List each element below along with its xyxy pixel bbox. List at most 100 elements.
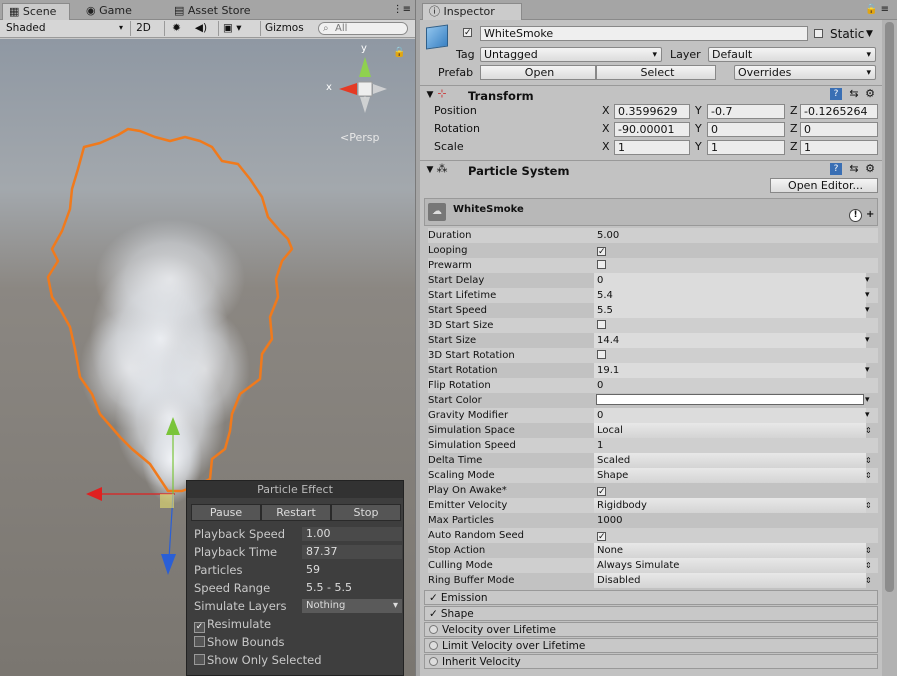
auto-random-seed-checkbox[interactable]: ✓: [594, 528, 866, 543]
audio-toggle-icon[interactable]: ◀): [190, 21, 212, 36]
simulation-space-dropdown[interactable]: Local: [594, 423, 866, 438]
3d-start-size-checkbox[interactable]: [594, 318, 866, 333]
transform-rotation-y[interactable]: 0: [707, 122, 785, 137]
shading-mode-dropdown[interactable]: Shaded ▾: [2, 21, 126, 36]
resimulate-checkbox[interactable]: ✓: [194, 622, 205, 633]
dropdown-arrow-icon[interactable]: ▾: [865, 288, 870, 303]
tab-inspector[interactable]: ⓘ Inspector: [422, 3, 522, 20]
culling-mode-dropdown[interactable]: Always Simulate: [594, 558, 866, 573]
dropdown-arrow-icon[interactable]: ▾: [865, 363, 870, 378]
tab-asset-store[interactable]: ▤ Asset Store: [168, 3, 257, 20]
module-enabled-check-icon[interactable]: ✓: [429, 592, 438, 604]
lighting-toggle-icon[interactable]: ✹: [164, 21, 188, 36]
delta-time-dropdown[interactable]: Scaled: [594, 453, 866, 468]
duration-field[interactable]: 5.00: [594, 228, 866, 243]
window-menu-icon[interactable]: ⋮≡: [393, 4, 411, 15]
dropdown-arrow-icon[interactable]: ⇕: [865, 558, 872, 573]
transform-position-y[interactable]: -0.7: [707, 104, 785, 119]
prefab-select-button[interactable]: Select: [596, 65, 716, 80]
tab-game[interactable]: ◉ Game: [80, 3, 138, 20]
gizmos-dropdown[interactable]: Gizmos ▾: [260, 21, 312, 47]
module-velocity-over-lifetime[interactable]: Velocity over Lifetime: [424, 622, 878, 637]
tag-dropdown[interactable]: Untagged: [480, 47, 662, 62]
start-rotation-field[interactable]: 19.1: [594, 363, 866, 378]
pause-button[interactable]: Pause: [191, 504, 261, 521]
stop-button[interactable]: Stop: [331, 504, 401, 521]
emitter-velocity-dropdown[interactable]: Rigidbody: [594, 498, 866, 513]
effects-dropdown-icon[interactable]: ▣ ▾: [218, 21, 258, 36]
persp-toggle[interactable]: <Persp: [340, 131, 379, 144]
foldout-arrow-icon[interactable]: ▼: [424, 164, 436, 176]
start-speed-field[interactable]: 5.5: [594, 303, 866, 318]
tab-scene[interactable]: ▦ Scene: [2, 3, 70, 20]
show-only-selected-checkbox[interactable]: [194, 654, 205, 665]
static-dropdown-icon[interactable]: ▼: [866, 27, 873, 41]
gravity-modifier-field[interactable]: 0: [594, 408, 866, 423]
static-checkbox[interactable]: [814, 29, 823, 38]
prewarm-checkbox[interactable]: [594, 258, 866, 273]
dropdown-arrow-icon[interactable]: ⇕: [865, 453, 872, 468]
start-size-field[interactable]: 14.4: [594, 333, 866, 348]
module-emission[interactable]: ✓ Emission: [424, 590, 878, 605]
simulation-speed-field[interactable]: 1: [594, 438, 866, 453]
prefab-open-button[interactable]: Open: [480, 65, 596, 80]
restart-button[interactable]: Restart: [261, 504, 331, 521]
flip-rotation-field[interactable]: 0: [594, 378, 866, 393]
show-bounds-toggle[interactable]: Show Bounds: [194, 633, 398, 651]
dropdown-arrow-icon[interactable]: ▾: [865, 333, 870, 348]
gear-icon[interactable]: ⚙: [864, 88, 876, 100]
module-toggle-icon[interactable]: [429, 657, 438, 666]
lock-icon[interactable]: 🔒: [393, 47, 405, 58]
playback-time-field[interactable]: 87.37: [302, 545, 402, 559]
scrollbar-thumb[interactable]: [885, 22, 894, 592]
help-icon[interactable]: ?: [830, 163, 842, 175]
transform-header[interactable]: ▼ ⊹ Transform ? ⇆ ⚙: [420, 85, 882, 104]
dropdown-arrow-icon[interactable]: ⇕: [865, 543, 872, 558]
ring-buffer-mode-dropdown[interactable]: Disabled: [594, 573, 866, 588]
foldout-arrow-icon[interactable]: ▼: [424, 89, 436, 101]
looping-checkbox[interactable]: ✓: [594, 243, 866, 258]
module-shape[interactable]: ✓ Shape: [424, 606, 878, 621]
module-enabled-check-icon[interactable]: ✓: [429, 608, 438, 620]
3d-start-rotation-checkbox[interactable]: [594, 348, 866, 363]
transform-rotation-z[interactable]: 0: [800, 122, 878, 137]
max-particles-field[interactable]: 1000: [594, 513, 866, 528]
show-only-selected-toggle[interactable]: Show Only Selected: [194, 651, 398, 669]
simulate-layers-dropdown[interactable]: Nothing ▾: [302, 599, 402, 613]
inspector-scrollbar[interactable]: [882, 20, 897, 676]
module-toggle-icon[interactable]: [429, 625, 438, 634]
module-limit-velocity-over-lifetime[interactable]: Limit Velocity over Lifetime: [424, 638, 878, 653]
dropdown-arrow-icon[interactable]: ⇕: [865, 423, 872, 438]
transform-position-x[interactable]: 0.3599629: [614, 104, 690, 119]
warning-icon[interactable]: !: [849, 209, 862, 222]
scene-search-input[interactable]: ⌕ All: [318, 22, 408, 35]
dropdown-arrow-icon[interactable]: ▾: [865, 273, 870, 288]
playback-speed-field[interactable]: 1.00: [302, 527, 402, 541]
dropdown-arrow-icon[interactable]: ▾: [865, 393, 870, 408]
add-icon[interactable]: +: [866, 209, 874, 220]
active-checkbox[interactable]: ✓: [463, 28, 472, 38]
transform-scale-y[interactable]: 1: [707, 140, 785, 155]
transform-scale-z[interactable]: 1: [800, 140, 878, 155]
particle-system-header[interactable]: ▼ ⁂ Particle System ? ⇆ ⚙: [420, 160, 882, 179]
scaling-mode-dropdown[interactable]: Shape: [594, 468, 866, 483]
module-toggle-icon[interactable]: [429, 641, 438, 650]
2d-toggle[interactable]: 2D: [130, 21, 156, 36]
dropdown-arrow-icon[interactable]: ▾: [865, 303, 870, 318]
orientation-gizmo[interactable]: [339, 57, 387, 113]
module-inherit-velocity[interactable]: Inherit Velocity: [424, 654, 878, 669]
start-delay-field[interactable]: 0: [594, 273, 866, 288]
show-bounds-checkbox[interactable]: [194, 636, 205, 647]
dropdown-arrow-icon[interactable]: ⇕: [865, 573, 872, 588]
particle-system-subheader[interactable]: ☁ WhiteSmoke ! +: [424, 198, 878, 226]
dropdown-arrow-icon[interactable]: ⇕: [865, 468, 872, 483]
prefab-overrides-dropdown[interactable]: Overrides: [734, 65, 876, 80]
start-color-color-field[interactable]: [594, 393, 866, 408]
layer-dropdown[interactable]: Default: [708, 47, 876, 62]
object-name-field[interactable]: WhiteSmoke: [480, 26, 808, 41]
stop-action-dropdown[interactable]: None: [594, 543, 866, 558]
transform-scale-x[interactable]: 1: [614, 140, 690, 155]
inspector-lock-icon[interactable]: 🔒 ≡: [865, 4, 889, 15]
open-editor-button[interactable]: Open Editor...: [770, 178, 878, 193]
preset-icon[interactable]: ⇆: [848, 163, 860, 175]
